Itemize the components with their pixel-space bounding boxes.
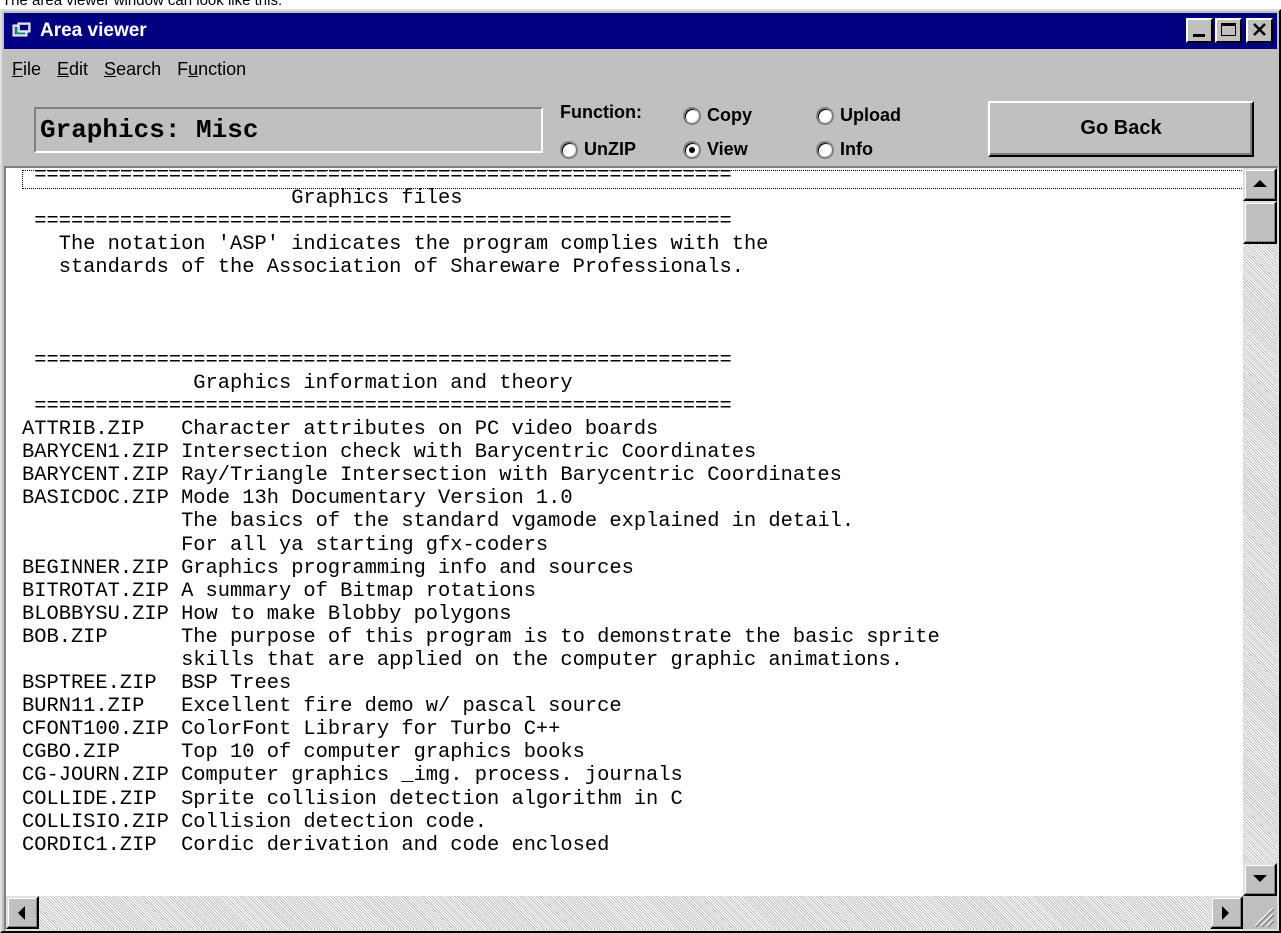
menu-edit-label: dit xyxy=(69,58,89,79)
file-list-text: ========================================… xyxy=(22,168,1244,909)
menu-function-label: nction xyxy=(198,58,247,79)
maximize-icon xyxy=(1221,23,1236,36)
text-line: The notation 'ASP' indicates the program… xyxy=(22,233,769,257)
menu-function-access-key: u xyxy=(188,58,199,79)
area-name-field: Graphics: Misc xyxy=(34,107,543,153)
menu-search-access-key: S xyxy=(104,58,117,79)
menu-edit-access-key: E xyxy=(57,58,70,79)
close-button[interactable] xyxy=(1246,18,1273,43)
text-line: standards of the Association of Sharewar… xyxy=(22,256,744,280)
text-line: ========================================… xyxy=(22,210,732,234)
text-line: BITROTAT.ZIP A summary of Bitmap rotatio… xyxy=(22,579,536,603)
radio-info[interactable]: Info xyxy=(816,139,873,160)
radio-upload-label: Upload xyxy=(840,105,901,125)
function-label: Function: xyxy=(560,102,642,122)
radio-info-indicator xyxy=(816,140,834,159)
scroll-down-button[interactable] xyxy=(1243,863,1277,896)
menu-search-label: earch xyxy=(116,58,162,79)
text-line: skills that are applied on the computer … xyxy=(22,648,904,672)
text-line: Graphics information and theory xyxy=(22,371,573,395)
radio-copy-label: Copy xyxy=(707,105,752,125)
text-line: COLLISIO.ZIP Collision detection code. xyxy=(22,810,487,834)
text-line: CG-JOURN.ZIP Computer graphics _img. pro… xyxy=(22,764,683,788)
arrow-up-icon xyxy=(1253,180,1267,187)
text-line: ========================================… xyxy=(22,394,732,418)
text-line: BASICDOC.ZIP Mode 13h Documentary Versio… xyxy=(22,487,573,511)
arrow-left-icon xyxy=(18,906,25,920)
area-viewer-window: Area viewer File Edit Search Function Gr… xyxy=(0,9,1281,933)
vertical-scroll-thumb[interactable] xyxy=(1243,201,1277,244)
text-line: ATTRIB.ZIP Character attributes on PC vi… xyxy=(22,418,659,442)
radio-unzip[interactable]: UnZIP xyxy=(560,139,636,160)
text-line: BURN11.ZIP Excellent fire demo w/ pascal… xyxy=(22,695,622,719)
window-title: Area viewer xyxy=(40,20,147,41)
text-line: Graphics files xyxy=(22,187,463,211)
text-line: CGBO.ZIP Top 10 of computer graphics boo… xyxy=(22,741,585,765)
text-line: BARYCENT.ZIP Ray/Triangle Intersection w… xyxy=(22,464,842,488)
horizontal-scrollbar[interactable] xyxy=(6,896,1243,929)
scroll-left-button[interactable] xyxy=(6,896,39,929)
resize-grip-icon xyxy=(1254,907,1275,928)
scroll-right-button[interactable] xyxy=(1210,896,1243,929)
menu-file[interactable]: File xyxy=(12,59,41,80)
size-grip[interactable] xyxy=(1243,896,1277,929)
radio-copy[interactable]: Copy xyxy=(683,105,752,126)
page-caption: The area viewer window can look like thi… xyxy=(2,0,283,9)
radio-unzip-indicator xyxy=(560,140,578,159)
menu-edit[interactable]: Edit xyxy=(57,59,88,80)
text-line: CFONT100.ZIP ColorFont Library for Turbo… xyxy=(22,718,561,742)
text-line: For all ya starting gfx-coders xyxy=(22,533,549,557)
radio-view-label: View xyxy=(707,139,748,159)
area-file-list[interactable]: ========================================… xyxy=(4,166,1279,931)
text-line: BLOBBYSU.ZIP How to make Blobby polygons xyxy=(22,602,512,626)
radio-view[interactable]: View xyxy=(683,139,748,160)
text-line: BARYCEN1.ZIP Intersection check with Bar… xyxy=(22,441,757,465)
text-line: BEGINNER.ZIP Graphics programming info a… xyxy=(22,556,634,580)
text-line: CORDIC1.ZIP Cordic derivation and code e… xyxy=(22,833,610,857)
go-back-button[interactable]: Go Back xyxy=(988,101,1254,157)
text-line: The basics of the standard vgamode expla… xyxy=(22,510,855,534)
radio-copy-indicator xyxy=(683,106,701,125)
minimize-icon xyxy=(1193,34,1205,37)
menu-function-prefix: F xyxy=(177,58,189,79)
close-icon xyxy=(1253,23,1266,36)
title-bar[interactable]: Area viewer xyxy=(4,13,1277,49)
vertical-scrollbar[interactable] xyxy=(1243,168,1277,896)
text-line: COLLIDE.ZIP Sprite collision detection a… xyxy=(22,787,683,811)
text-line: BOB.ZIP The purpose of this program is t… xyxy=(22,625,940,649)
radio-unzip-label: UnZIP xyxy=(584,139,636,159)
menu-bar: File Edit Search Function xyxy=(4,55,254,83)
radio-upload-indicator xyxy=(816,106,834,125)
radio-info-label: Info xyxy=(840,139,873,159)
radio-upload[interactable]: Upload xyxy=(816,105,901,126)
menu-search[interactable]: Search xyxy=(104,59,161,80)
arrow-right-icon xyxy=(1222,906,1229,920)
menu-function[interactable]: Function xyxy=(177,59,246,80)
app-icon xyxy=(12,22,32,40)
scroll-up-button[interactable] xyxy=(1243,168,1277,201)
minimize-button[interactable] xyxy=(1186,18,1213,43)
window-controls xyxy=(1184,18,1273,43)
text-line: BSPTREE.ZIP BSP Trees xyxy=(22,672,292,696)
focus-rectangle xyxy=(22,170,1244,189)
menu-file-access-key: F xyxy=(12,58,23,79)
arrow-down-icon xyxy=(1253,875,1267,882)
maximize-button[interactable] xyxy=(1215,18,1242,43)
text-line: ========================================… xyxy=(22,348,732,372)
radio-view-indicator xyxy=(683,140,701,159)
menu-file-label: ile xyxy=(23,58,42,79)
